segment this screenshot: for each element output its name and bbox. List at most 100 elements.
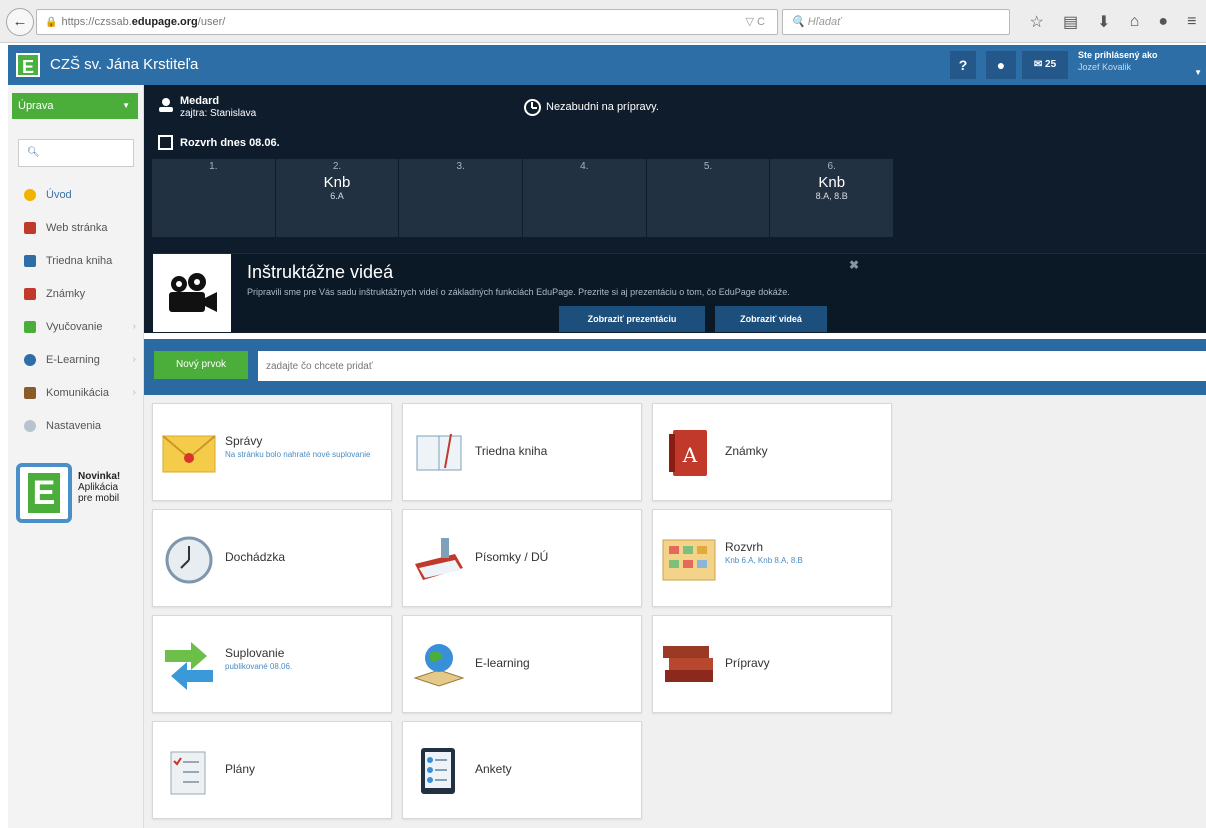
grade-book-icon: A <box>669 430 707 476</box>
sidebar-item-komunikacia[interactable]: Komunikácia › <box>8 381 144 405</box>
communication-icon <box>24 387 36 399</box>
chevron-right-icon: › <box>132 321 136 332</box>
search-placeholder: Hľadať <box>807 16 842 28</box>
lesson-slot[interactable]: 1. <box>152 159 275 237</box>
open-book-icon <box>416 433 462 471</box>
tile-label: Ankety <box>475 762 512 776</box>
edit-label: Úprava <box>18 100 54 112</box>
tile-subtext: publikované 08.06. <box>225 662 293 671</box>
tile-plany[interactable]: Plány <box>152 721 392 819</box>
dropdown-arrow-icon: ▼ <box>122 101 130 110</box>
module-tiles: Správy Na stránku bolo nahraté nové supl… <box>144 395 1206 828</box>
tile-label: E-learning <box>475 656 530 670</box>
tile-subtext: Na stránku bolo nahraté nové suplovanie <box>225 450 371 459</box>
schedule-title: Rozvrh dnes 08.06. <box>158 135 280 150</box>
lesson-number: 6. <box>827 161 836 172</box>
sidebar-item-elearning[interactable]: E-Learning › <box>8 348 144 372</box>
sidebar-item-label: E-Learning <box>46 354 100 366</box>
schedule-title-text: Rozvrh dnes 08.06. <box>180 137 280 149</box>
lesson-number: 4. <box>580 161 589 172</box>
svg-text:A: A <box>682 443 698 467</box>
help-button[interactable]: ? <box>950 51 976 79</box>
promo-text: Pripravili sme pre Vás sadu inštruktážny… <box>247 287 790 297</box>
sidebar-item-znamky[interactable]: Známky <box>8 282 144 306</box>
sidebar-item-nastavenia[interactable]: Nastavenia <box>8 414 144 438</box>
sidebar-item-web[interactable]: Web stránka <box>8 216 144 240</box>
school-title[interactable]: CZŠ sv. Jána Krstiteľa <box>50 56 198 73</box>
tile-dochadzka[interactable]: Dochádzka <box>152 509 392 607</box>
search-icon: 🔍︎ <box>27 147 40 158</box>
timetable-icon <box>662 539 716 581</box>
chevron-right-icon: › <box>132 354 136 365</box>
web-icon <box>24 222 36 234</box>
app-header: E CZŠ sv. Jána Krstiteľa ? ● ✉ 25 Ste pr… <box>8 45 1206 85</box>
lesson-class: 6.A <box>330 191 344 201</box>
tile-pisomky[interactable]: Písomky / DÚ <box>402 509 642 607</box>
edupage-logo[interactable]: E <box>16 53 40 77</box>
tile-label: Správy <box>225 434 263 448</box>
show-videos-button[interactable]: Zobraziť videá <box>715 306 827 332</box>
tile-znamky[interactable]: A Známky <box>652 403 892 501</box>
caret-down-icon: ▼ <box>1194 68 1202 77</box>
tile-elearning[interactable]: E-learning <box>402 615 642 713</box>
person-icon <box>159 98 173 112</box>
tile-suplovanie[interactable]: Suplovanie publikované 08.06. <box>152 615 392 713</box>
mobile-app-promo[interactable]: E Novinka! Aplikácia pre mobil <box>16 463 140 525</box>
home-icon[interactable]: ⌂ <box>1130 13 1140 31</box>
messages-button[interactable]: ✉ 25 <box>1022 51 1068 79</box>
envelope-icon <box>162 435 216 473</box>
new-item-input[interactable] <box>258 351 1206 381</box>
sidebar-item-vyucovanie[interactable]: Vyučovanie › <box>8 315 144 339</box>
sidebar-item-label: Web stránka <box>46 222 108 234</box>
chat-button[interactable]: ● <box>986 51 1016 79</box>
lesson-slot[interactable]: 4. <box>523 159 646 237</box>
tile-triedna-kniha[interactable]: Triedna kniha <box>402 403 642 501</box>
edit-button[interactable]: Úprava ▼ <box>12 93 138 119</box>
bookmark-star-icon[interactable]: ☆ <box>1030 12 1044 32</box>
tile-rozvrh[interactable]: Rozvrh Knb 6.A, Knb 8.A, 8.B <box>652 509 892 607</box>
lesson-number: 1. <box>209 161 218 172</box>
tile-label: Písomky / DÚ <box>475 550 549 564</box>
sidebar-item-triedna-kniha[interactable]: Triedna kniha <box>8 249 144 273</box>
reminder-text: Nezabudni na prípravy. <box>546 101 659 113</box>
lesson-slot[interactable]: 3. <box>399 159 523 237</box>
lesson-slot[interactable]: 6. Knb 8.A, 8.B <box>770 159 894 237</box>
tile-spravy[interactable]: Správy Na stránku bolo nahraté nové supl… <box>152 403 392 501</box>
sidebar-item-label: Vyučovanie <box>46 321 103 333</box>
tile-subtext: Knb 6.A, Knb 8.A, 8.B <box>725 556 803 565</box>
chat-icon[interactable]: ● <box>1158 13 1168 31</box>
lesson-number: 2. <box>332 161 342 172</box>
lesson-slot[interactable]: 5. <box>646 159 770 237</box>
reading-list-icon[interactable]: ▤ <box>1063 12 1078 32</box>
tile-label: Suplovanie <box>225 646 285 660</box>
envelope-icon: ✉ <box>1033 59 1043 70</box>
close-icon[interactable]: ✖ <box>849 258 859 272</box>
browser-search-input[interactable]: 🔍 Hľadať <box>782 9 1010 35</box>
grades-icon <box>24 288 36 300</box>
download-icon[interactable]: ⬇ <box>1097 12 1110 32</box>
tile-pripravy[interactable]: Prípravy <box>652 615 892 713</box>
reload-icon[interactable]: ▽ C <box>746 10 765 34</box>
tile-ankety[interactable]: Ankety <box>402 721 642 819</box>
url-host: edupage.org <box>131 16 198 28</box>
message-count: 25 <box>1045 59 1057 70</box>
teaching-icon <box>24 321 36 333</box>
mobile-app-promo-text: Novinka! Aplikácia pre mobil <box>78 471 120 504</box>
show-presentation-button[interactable]: Zobraziť prezentáciu <box>559 306 705 332</box>
mobile-app-logo-icon: E <box>16 463 72 523</box>
sidebar-search-input[interactable]: 🔍︎ <box>18 139 134 167</box>
user-menu[interactable]: Ste prihlásený ako Jozef Kovalik ▼ <box>1074 49 1206 81</box>
new-item-button[interactable]: Nový prvok <box>154 351 248 379</box>
clock-icon <box>165 536 213 584</box>
promo-title: Novinka! <box>78 471 121 482</box>
chevron-right-icon: › <box>132 387 136 398</box>
tile-label: Plány <box>225 762 256 776</box>
chat-bubble-icon: ● <box>996 57 1006 73</box>
address-bar[interactable]: 🔒 https://czssab.edupage.org/user/ ▽ C <box>36 9 778 35</box>
menu-icon[interactable]: ≡ <box>1187 13 1196 31</box>
lesson-slot[interactable]: 2. Knb 6.A <box>275 159 399 237</box>
sidebar-item-uvod[interactable]: Úvod <box>8 183 144 207</box>
back-button[interactable]: ← <box>6 8 34 36</box>
lesson-schedule: 1. 2. Knb 6.A 3. 4. 5. 6. Knb 8.A, 8.B <box>152 159 894 237</box>
elearning-icon <box>24 354 36 366</box>
